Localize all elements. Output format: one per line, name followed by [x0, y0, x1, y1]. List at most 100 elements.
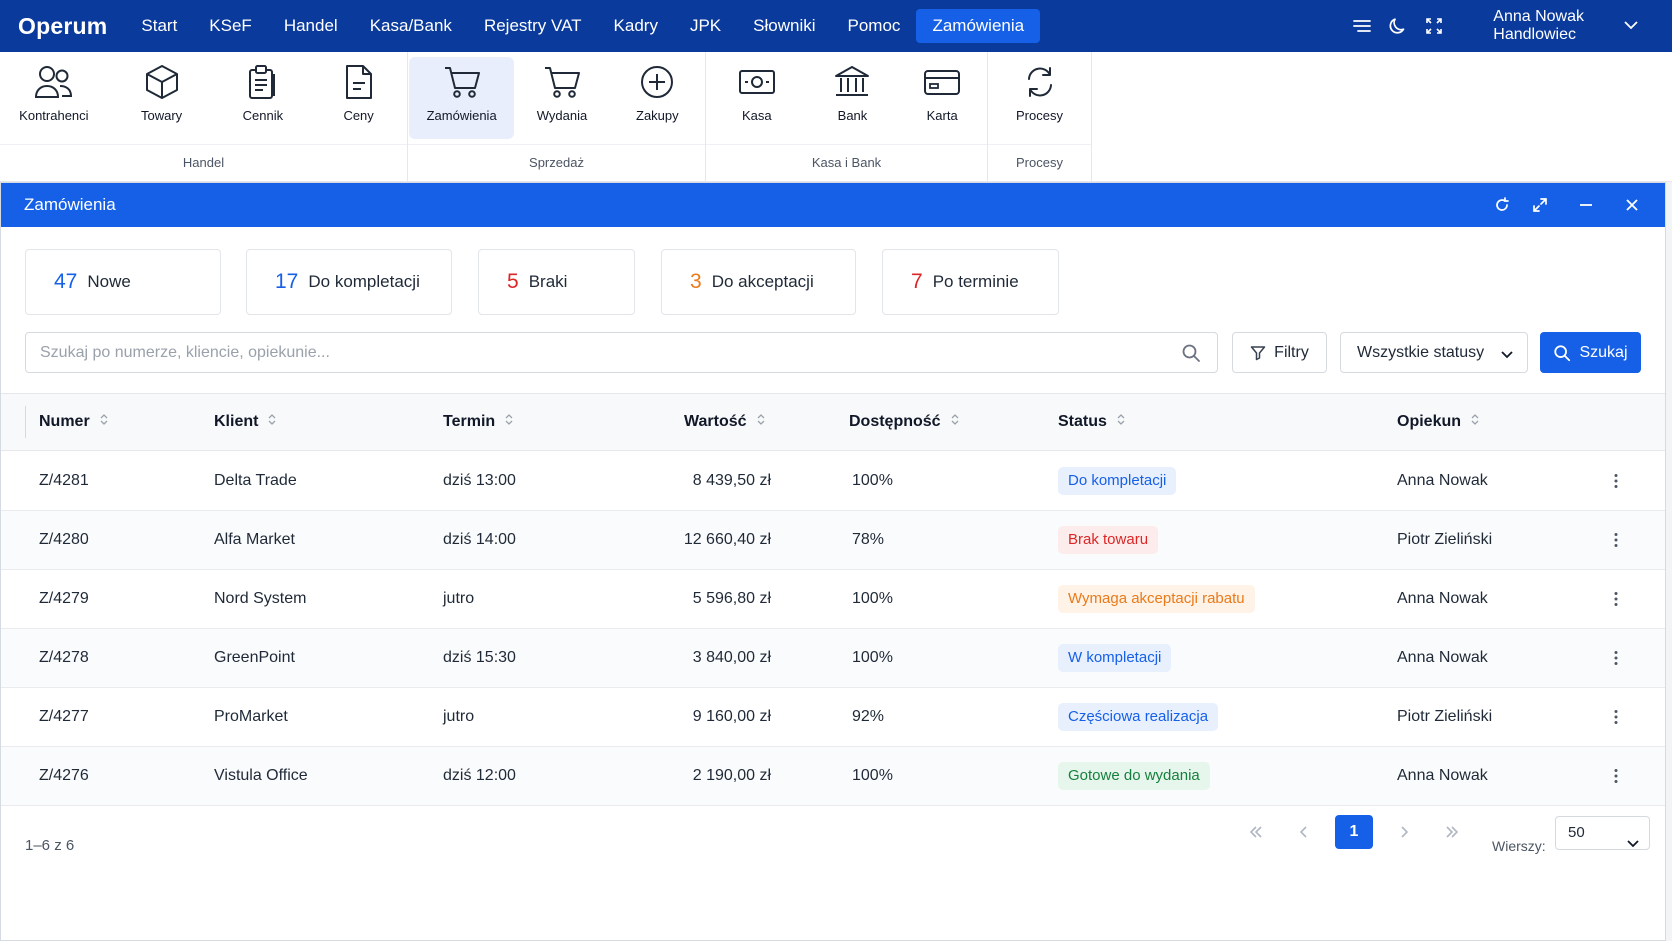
cell-wartosc: 3 840,00 zł — [692, 649, 771, 666]
status-badge: Gotowe do wydania — [1058, 762, 1210, 790]
ribbon-cennik-button[interactable]: Cennik — [215, 52, 310, 144]
brand-logo[interactable]: Operum — [18, 13, 107, 40]
prev-page-button[interactable] — [1287, 815, 1321, 849]
banknote-icon — [738, 70, 775, 94]
ribbon-zamowienia-button[interactable]: Zamówienia — [409, 57, 515, 139]
table-row[interactable]: Z/4278 GreenPoint dziś 15:30 3 840,00 zł 100… — [1, 629, 1665, 688]
menu-item-start[interactable]: Start — [125, 9, 193, 43]
ribbon-towary-button[interactable]: Towary — [108, 52, 216, 144]
menu-item-ksef[interactable]: KSeF — [193, 9, 268, 43]
row-actions-icon[interactable] — [1613, 650, 1619, 666]
sync-icon — [1027, 67, 1052, 97]
refresh-icon[interactable] — [1491, 194, 1513, 216]
column-label: Wartość — [684, 413, 747, 431]
status-select[interactable]: Wszystkie statusy — [1340, 332, 1528, 373]
menu-item-słowniki[interactable]: Słowniki — [737, 9, 831, 43]
column-label: Dostępność — [849, 413, 941, 431]
menu-item-jpk[interactable]: JPK — [674, 9, 737, 43]
menu-item-kasa-bank[interactable]: Kasa/Bank — [354, 9, 468, 43]
ribbon-karta-button[interactable]: Karta — [897, 52, 987, 144]
close-icon[interactable] — [1621, 194, 1643, 216]
minimize-icon[interactable] — [1575, 194, 1597, 216]
search-input[interactable] — [40, 343, 1160, 362]
column-header-klient[interactable]: Klient — [214, 394, 276, 450]
cell-termin: dziś 12:00 — [443, 767, 516, 784]
rows-per-page-label: Wierszy: — [1492, 838, 1546, 854]
search-button[interactable]: Szukaj — [1540, 332, 1641, 373]
search-box — [25, 332, 1218, 373]
chevron-down-icon — [1501, 346, 1513, 364]
column-header-status[interactable]: Status — [1058, 394, 1125, 450]
table-row[interactable]: Z/4279 Nord System jutro 5 596,80 zł 100% Wym… — [1, 570, 1665, 629]
tile-po-terminie[interactable]: 7 Po terminie — [882, 249, 1059, 315]
chevron-down-icon[interactable] — [1624, 17, 1638, 35]
cell-opiekun: Anna Nowak — [1397, 767, 1488, 784]
ribbon-kontrahenci-button[interactable]: Kontrahenci — [0, 52, 108, 144]
menu-item-pomoc[interactable]: Pomoc — [832, 9, 917, 43]
tile-do-akceptacji[interactable]: 3 Do akceptacji — [661, 249, 856, 315]
column-header-termin[interactable]: Termin — [443, 394, 513, 450]
first-page-button[interactable] — [1239, 815, 1273, 849]
sort-icon — [505, 394, 513, 450]
menu-item-kadry[interactable]: Kadry — [598, 9, 674, 43]
tile-braki[interactable]: 5 Braki — [478, 249, 635, 315]
table-row[interactable]: Z/4276 Vistula Office dziś 12:00 2 190,00 z… — [1, 747, 1665, 806]
tile-count: 7 — [911, 270, 923, 293]
cell-klient: Delta Trade — [214, 472, 297, 489]
menu-item-handel[interactable]: Handel — [268, 9, 354, 43]
ribbon-procesy-button[interactable]: Procesy — [988, 52, 1091, 144]
next-page-button[interactable] — [1387, 815, 1421, 849]
moon-icon[interactable] — [1387, 15, 1409, 37]
table-row[interactable]: Z/4281 Delta Trade dziś 13:00 8 439,50 zł 10… — [1, 452, 1665, 511]
ribbon-label: Zamówienia — [426, 108, 497, 123]
tile-label: Do akceptacji — [711, 272, 814, 291]
cell-opiekun: Piotr Zieliński — [1397, 708, 1493, 725]
rows-per-page-select[interactable]: 50 — [1555, 816, 1650, 850]
cell-opiekun: Anna Nowak — [1397, 649, 1488, 666]
credit-card-icon — [924, 70, 961, 95]
top-navbar: Operum Start KSeF Handel Kasa/Bank Rejestry … — [0, 0, 1672, 52]
ribbon-group-label: Kasa i Bank — [706, 144, 987, 182]
tile-do-kompletacji[interactable]: 17 Do kompletacji — [246, 249, 452, 315]
menu-item-zamówienia[interactable]: Zamówienia — [916, 9, 1041, 43]
plus-circle-icon — [641, 66, 674, 98]
status-badge: Wymaga akceptacji rabatu — [1058, 585, 1255, 613]
row-actions-icon[interactable] — [1613, 532, 1619, 548]
cell-klient: Alfa Market — [214, 531, 295, 548]
column-header-opiekun[interactable]: Opiekun — [1397, 394, 1479, 450]
menu-item-rejestry-vat[interactable]: Rejestry VAT — [468, 9, 598, 43]
row-actions-icon[interactable] — [1613, 768, 1619, 784]
column-label: Status — [1058, 413, 1107, 431]
column-label: Opiekun — [1397, 413, 1462, 431]
row-actions-icon[interactable] — [1613, 591, 1619, 607]
ribbon-label: Procesy — [1016, 108, 1063, 123]
column-header-dostepnosc[interactable]: Dostępność — [849, 394, 959, 450]
last-page-button[interactable] — [1435, 815, 1469, 849]
ribbon-kasa-button[interactable]: Kasa — [706, 52, 808, 144]
window-titlebar: Zamówienia — [1, 183, 1665, 227]
orders-window: Zamówienia 47 Nowe 17 Do kompletacji 5 B… — [0, 182, 1666, 941]
ribbon-wydania-button[interactable]: Wydania — [514, 52, 609, 144]
row-actions-icon[interactable] — [1613, 473, 1619, 489]
column-header-wartosc[interactable]: Wartość — [684, 394, 765, 450]
table-row[interactable]: Z/4277 ProMarket jutro 9 160,00 zł 92% Części… — [1, 688, 1665, 747]
expand-icon[interactable] — [1529, 194, 1551, 216]
cell-numer: Z/4276 — [39, 767, 89, 784]
tile-nowe[interactable]: 47 Nowe — [25, 249, 221, 315]
current-page-button[interactable]: 1 — [1335, 815, 1373, 849]
user-name: Anna Nowak — [1493, 8, 1584, 25]
ribbon-bank-button[interactable]: Bank — [808, 52, 898, 144]
column-header-numer[interactable]: Numer — [39, 394, 108, 450]
filters-button[interactable]: Filtry — [1232, 332, 1327, 373]
ribbon-ceny-button[interactable]: Ceny — [310, 52, 407, 144]
table-row[interactable]: Z/4280 Alfa Market dziś 14:00 12 660,40 zł 7… — [1, 511, 1665, 570]
fullscreen-icon[interactable] — [1423, 15, 1445, 37]
menu-lines-icon[interactable] — [1351, 15, 1373, 37]
ribbon-label: Kasa — [742, 108, 772, 123]
user-info[interactable]: Anna Nowak Handlowiec — [1493, 8, 1584, 44]
ribbon-zakupy-button[interactable]: Zakupy — [610, 52, 705, 144]
status-select-value: Wszystkie statusy — [1357, 343, 1485, 361]
status-badge: Częściowa realizacja — [1058, 703, 1219, 731]
row-actions-icon[interactable] — [1613, 709, 1619, 725]
search-icon[interactable] — [1181, 343, 1201, 368]
